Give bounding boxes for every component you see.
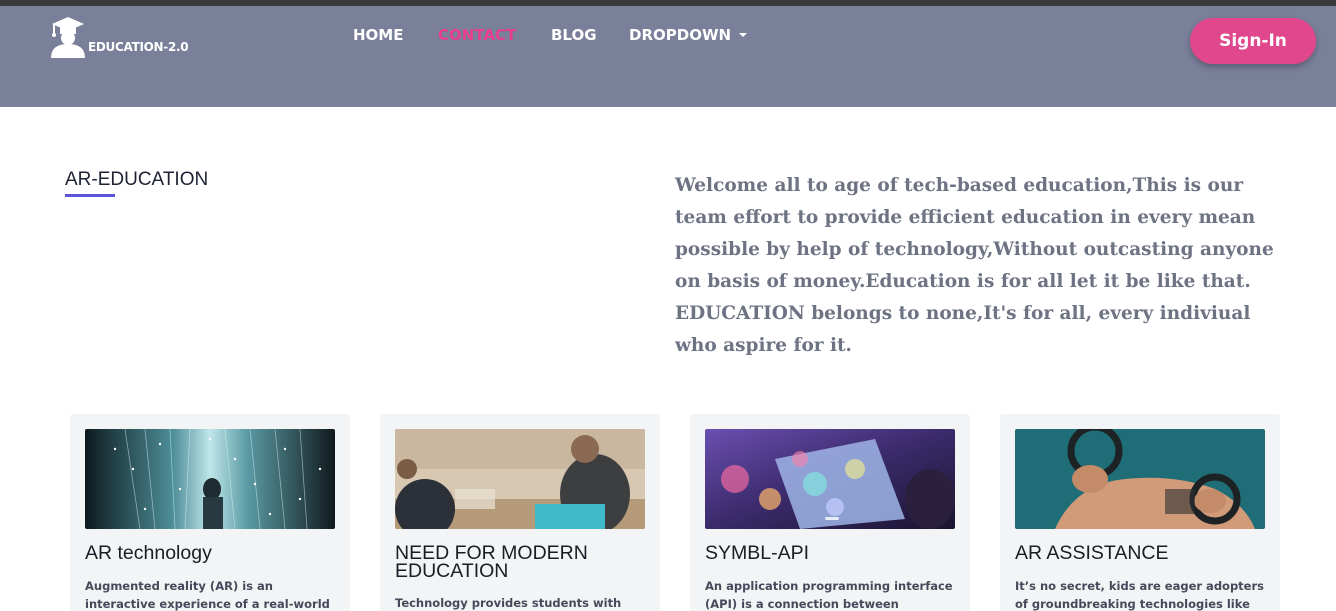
card-ar-assistance[interactable]: AR ASSISTANCE It’s no secret, kids are e… xyxy=(1000,414,1280,611)
sign-in-button[interactable]: Sign-In xyxy=(1190,18,1316,64)
nav-home[interactable]: HOME xyxy=(353,26,403,44)
card-image-symbl-api xyxy=(705,429,955,529)
card-text-ar-technology: Augmented reality (AR) is an interactive… xyxy=(85,579,330,611)
graduate-cap-icon xyxy=(51,17,85,58)
nav-blog[interactable]: BLOG xyxy=(551,26,597,44)
card-title-ar-assistance: AR ASSISTANCE xyxy=(1015,542,1169,564)
card-text-ar-assistance: It’s no secret, kids are eager adopters … xyxy=(1015,579,1264,611)
card-title-symbl-api: SYMBL-API xyxy=(705,542,810,564)
card-image-ar-technology xyxy=(85,429,335,529)
card-image-modern-education xyxy=(395,429,645,529)
card-text-modern-education: Technology provides students with easy- xyxy=(395,596,622,610)
card-title-ar-technology: AR technology xyxy=(85,542,212,564)
card-image-ar-assistance xyxy=(1015,429,1265,529)
brand-name: EDUCATION-2.0 xyxy=(88,40,189,54)
card-title-modern-education: NEED FOR MODERN EDUCATION xyxy=(395,542,588,582)
welcome-paragraph-2: EDUCATION belongs to none,It's for all, … xyxy=(675,303,1251,356)
welcome-text: Welcome all to age of tech-based educati… xyxy=(675,170,1295,362)
brand-logo[interactable]: EDUCATION-2.0 xyxy=(48,14,198,58)
chevron-down-icon[interactable] xyxy=(739,33,747,37)
section-title: AR-EDUCATION xyxy=(65,169,209,190)
site-header: EDUCATION-2.0 HOME CONTACT BLOG DROPDOWN… xyxy=(0,6,1336,107)
card-ar-technology[interactable]: AR technology Augmented reality (AR) is … xyxy=(70,414,350,611)
nav-contact[interactable]: CONTACT xyxy=(438,26,516,44)
nav-dropdown[interactable]: DROPDOWN xyxy=(629,26,731,44)
welcome-paragraph-1: Welcome all to age of tech-based educati… xyxy=(675,175,1274,292)
section-underline xyxy=(65,194,115,197)
card-modern-education[interactable]: NEED FOR MODERN EDUCATION Technology pro… xyxy=(380,414,660,611)
card-text-symbl-api: An application programming interface (AP… xyxy=(705,579,953,611)
card-symbl-api[interactable]: SYMBL-API An application programming int… xyxy=(690,414,970,611)
